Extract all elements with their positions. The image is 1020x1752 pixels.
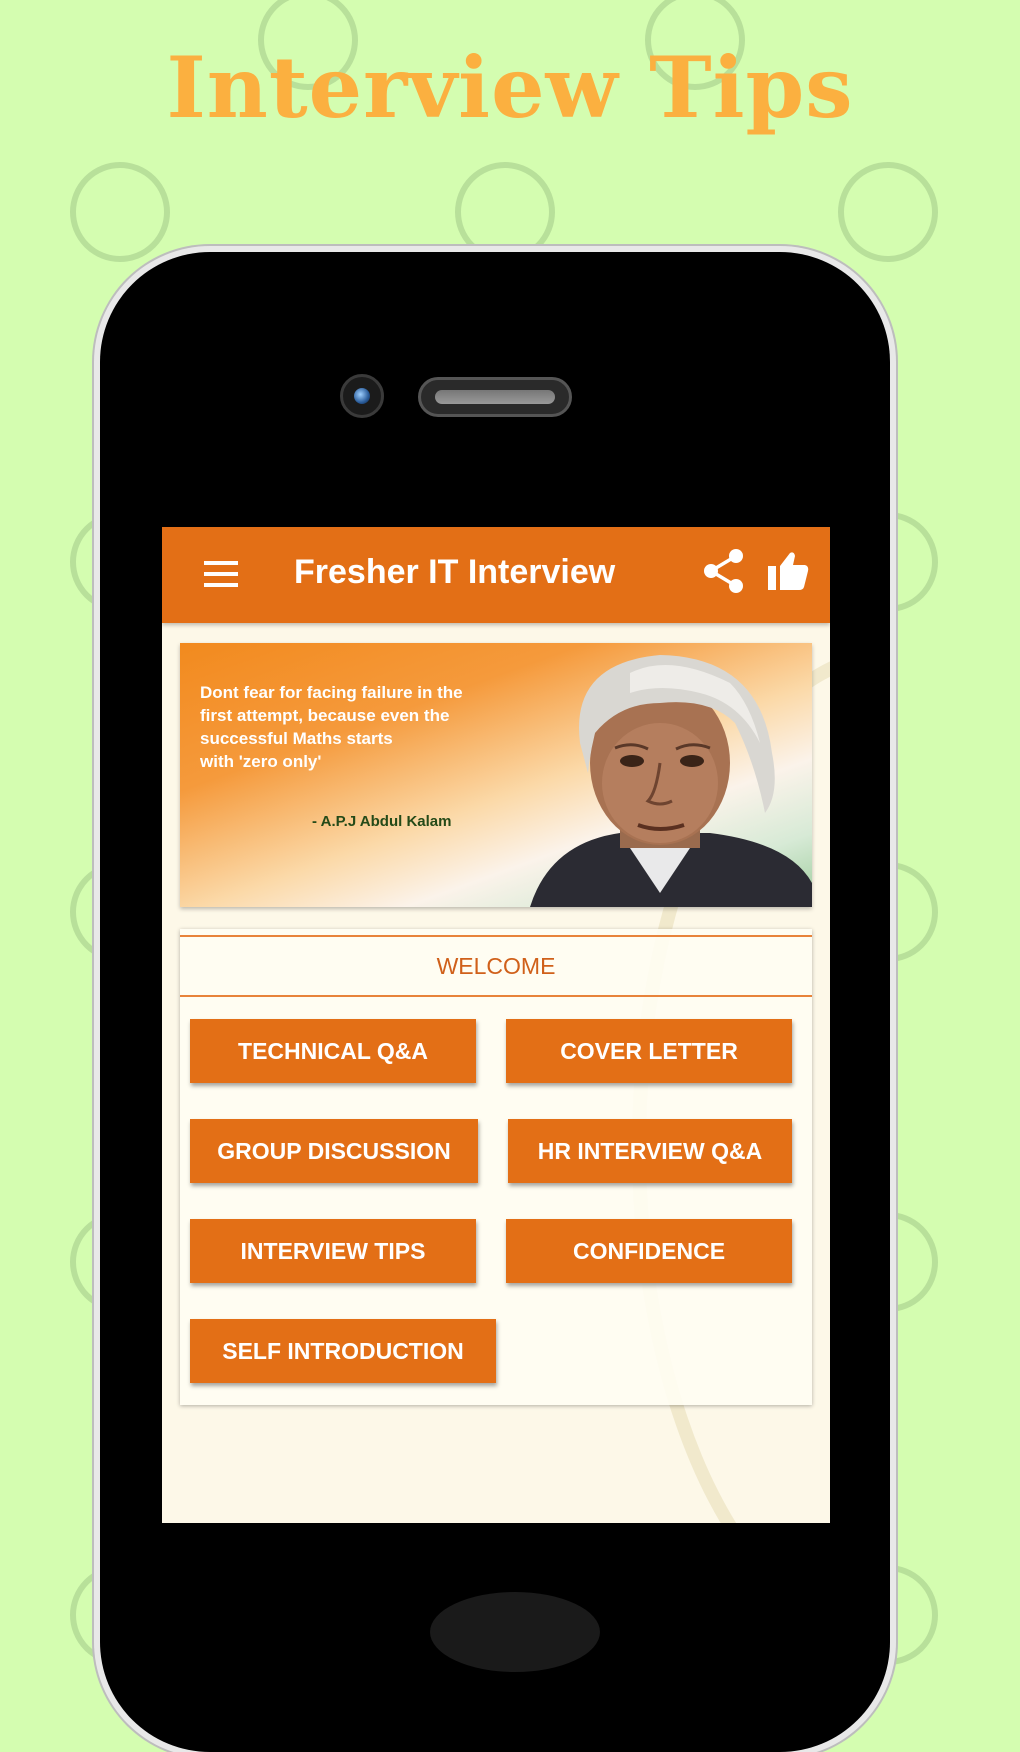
share-icon[interactable]: [702, 547, 746, 595]
quote-author: - A.P.J Abdul Kalam: [312, 813, 452, 830]
promo-title: Interview Tips: [166, 38, 854, 137]
decorative-ring: [70, 162, 170, 262]
interview-tips-button[interactable]: INTERVIEW TIPS: [190, 1219, 476, 1283]
phone-speaker: [418, 377, 572, 417]
thumbs-up-icon[interactable]: [766, 549, 810, 593]
self-introduction-button[interactable]: SELF INTRODUCTION: [190, 1319, 496, 1383]
quote-line: successful Maths starts: [200, 729, 393, 748]
welcome-button[interactable]: WELCOME: [180, 935, 812, 997]
portrait-image: [530, 655, 812, 907]
front-camera-icon: [340, 374, 384, 418]
quote-banner: Dont fear for facing failure in the firs…: [180, 643, 812, 907]
app-toolbar: Fresher IT Interview: [162, 527, 830, 623]
menu-card: WELCOME TECHNICAL Q&A COVER LETTER GROUP…: [180, 929, 812, 1405]
technical-qa-button[interactable]: TECHNICAL Q&A: [190, 1019, 476, 1083]
menu-icon[interactable]: [204, 561, 238, 587]
confidence-button[interactable]: CONFIDENCE: [506, 1219, 792, 1283]
hr-interview-qa-button[interactable]: HR INTERVIEW Q&A: [508, 1119, 792, 1183]
cover-letter-button[interactable]: COVER LETTER: [506, 1019, 792, 1083]
quote-line: with 'zero only': [200, 752, 322, 771]
app-title: Fresher IT Interview: [294, 553, 616, 591]
quote-line: first attempt, because even the: [200, 706, 450, 725]
quote-line: Dont fear for facing failure in the: [200, 683, 463, 702]
group-discussion-button[interactable]: GROUP DISCUSSION: [190, 1119, 478, 1183]
quote-text: Dont fear for facing failure in the firs…: [200, 681, 500, 773]
phone-home-button: [430, 1592, 600, 1672]
decorative-ring: [838, 162, 938, 262]
app-screen: Fresher IT Interview Dont fear for facin…: [162, 527, 830, 1523]
decorative-ring: [455, 162, 555, 262]
